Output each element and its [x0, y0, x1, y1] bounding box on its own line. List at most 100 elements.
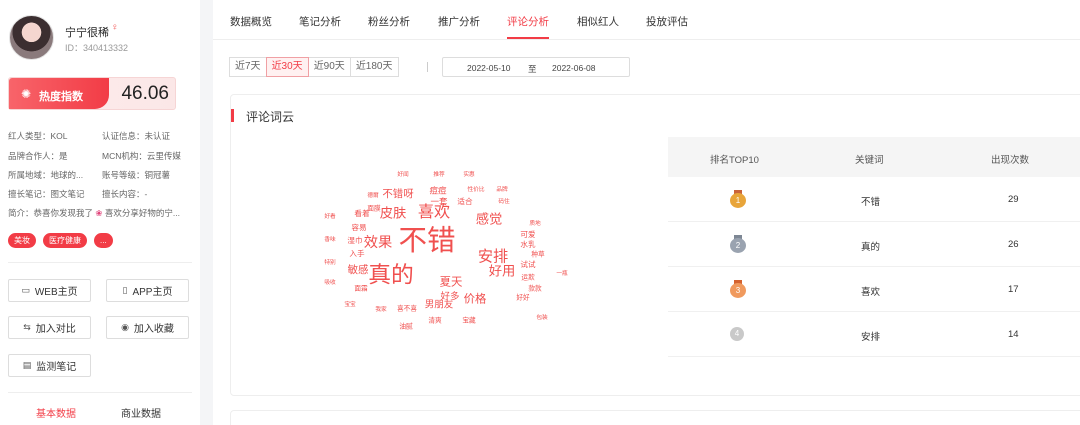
cloud-word: 特别 — [324, 260, 336, 267]
profile-id: ID：340413332 — [65, 43, 129, 53]
range-7-days[interactable]: 近7天 — [229, 57, 267, 77]
avatar[interactable] — [9, 15, 54, 60]
tag-list: 美妆 医疗健康 ... — [8, 233, 113, 248]
cloud-word: 敏感 — [347, 264, 369, 276]
cloud-word: 好看 — [324, 214, 336, 221]
notes-icon: ▤ — [22, 360, 32, 370]
cloud-word: 面膜 — [367, 205, 381, 213]
cloud-word: 清爽 — [428, 317, 442, 325]
cloud-word: 实惠 — [463, 172, 475, 179]
rank-badge: 4 — [730, 327, 744, 341]
cloud-word: 码住 — [498, 199, 510, 206]
cloud-word: 适合 — [457, 197, 473, 207]
header-keyword: 关键词 — [855, 155, 884, 166]
info-bio: 简介：恭喜你发现我了 ❀ 喜欢分享好物的宁... — [8, 208, 180, 218]
tab-notes[interactable]: 笔记分析 — [299, 14, 341, 29]
cloud-word: 不错呀 — [382, 188, 414, 200]
cloud-word: 好多 — [440, 291, 460, 303]
cloud-word: 夏天 — [439, 276, 463, 289]
cloud-word: 包装 — [536, 315, 548, 322]
cloud-word: 真的 — [368, 261, 414, 288]
monitor-notes-button[interactable]: ▤ 监测笔记 — [8, 354, 91, 377]
info-kol-type: 红人类型：KOL — [8, 131, 68, 141]
end-date[interactable]: 2022-06-08 — [552, 63, 595, 73]
cloud-word: 运欺 — [521, 274, 535, 282]
keyword-cell: 喜欢 — [861, 287, 881, 298]
tab-business-data[interactable]: 商业数据 — [121, 405, 161, 420]
info-mcn: MCN机构：云里传媒 — [102, 151, 181, 161]
cloud-word: 可爱 — [520, 230, 536, 240]
flower-icon: ❀ — [95, 208, 103, 218]
divider — [8, 392, 192, 393]
favorite-icon: ◉ — [121, 322, 129, 332]
monitor-icon: ▭ — [21, 285, 30, 295]
tab-overview[interactable]: 数据概览 — [230, 14, 272, 29]
range-30-days[interactable]: 近30天 — [265, 57, 309, 77]
cloud-word: 容易 — [351, 223, 367, 233]
heat-index-badge: ✺ 热度指数 — [9, 78, 109, 109]
next-panel — [230, 410, 1080, 425]
app-homepage-button[interactable]: ▯ APP主页 — [106, 279, 189, 302]
tag-health[interactable]: 医疗健康 — [43, 233, 87, 248]
comment-cloud-panel: 评论词云 不错 真的 喜欢 安排 效果 皮肤 感觉 好用 夏天 价格 不错呀 敏感 男朋友 好多 痘痘 一套适… — [230, 94, 1080, 396]
cloud-word: 品牌 — [496, 187, 508, 194]
cloud-word: 款款 — [528, 285, 542, 293]
table-header: 排名TOP10 关键词 出现次数 — [668, 137, 1080, 177]
cloud-word: 好用 — [488, 263, 516, 279]
gold-medal-icon: 1 — [730, 190, 746, 208]
cloud-word: 性价比 — [467, 187, 485, 194]
cloud-word: 宝藏 — [462, 317, 476, 325]
info-note-type: 擅长笔记：图文笔记 — [8, 189, 85, 199]
info-level: 账号等级：铜冠薯 — [102, 170, 171, 180]
word-cloud: 不错 真的 喜欢 安排 效果 皮肤 感觉 好用 夏天 价格 不错呀 敏感 男朋友 好多 痘痘 一套 适合 看着 容易… — [231, 95, 631, 395]
tag-more[interactable]: ... — [94, 233, 113, 248]
tab-fans[interactable]: 粉丝分析 — [368, 14, 410, 29]
add-favorite-button[interactable]: ◉ 加入收藏 — [106, 316, 189, 339]
cloud-word: 好闻 — [397, 172, 409, 179]
cloud-word: 好好 — [516, 294, 530, 302]
info-certification: 认证信息：未认证 — [102, 131, 171, 141]
table-row: 2 真的 26 — [668, 222, 1080, 267]
cloud-word: 面霜 — [354, 285, 368, 293]
nav-tabs: 数据概览 笔记分析 粉丝分析 推广分析 评论分析 相似红人 投放评估 — [213, 0, 1080, 40]
date-separator: 至 — [528, 64, 537, 74]
start-date[interactable]: 2022-05-10 — [467, 63, 510, 73]
cloud-word: 一套 — [430, 196, 448, 207]
info-content: 擅长内容：- — [102, 189, 148, 199]
cloud-word: 种草 — [531, 251, 545, 259]
tab-similar[interactable]: 相似红人 — [577, 14, 619, 29]
range-180-days[interactable]: 近180天 — [349, 57, 399, 77]
profile-name: 宁宁很稀 — [65, 27, 109, 39]
web-homepage-button[interactable]: ▭ WEB主页 — [8, 279, 91, 302]
cloud-word: 吸收 — [324, 280, 336, 287]
add-compare-button[interactable]: ⇆ 加入对比 — [8, 316, 91, 339]
tab-evaluation[interactable]: 投放评估 — [646, 14, 688, 29]
cloud-word: 推荐 — [433, 172, 445, 179]
heat-index-value: 46.06 — [121, 83, 169, 104]
tag-beauty[interactable]: 美妆 — [8, 233, 36, 248]
header-count: 出现次数 — [991, 155, 1030, 166]
date-range-picker[interactable]: 2022-05-10 至 2022-06-08 — [442, 57, 630, 77]
table-row: 3 喜欢 17 — [668, 267, 1080, 312]
cloud-word: 价格 — [463, 293, 487, 306]
range-90-days[interactable]: 近90天 — [307, 57, 351, 77]
tab-promotion[interactable]: 推广分析 — [438, 14, 480, 29]
heat-index-icon: ✺ — [21, 87, 32, 101]
tab-basic-data[interactable]: 基本数据 — [36, 405, 76, 420]
divider — [427, 62, 428, 72]
count-cell: 17 — [1008, 284, 1019, 295]
cloud-word: 德爾 — [367, 193, 379, 200]
heat-index-card: ✺ 热度指数 46.06 — [8, 77, 176, 110]
range-selector: 近7天 近30天 近90天 近180天 — [229, 57, 399, 77]
cloud-word: 一瓶 — [556, 271, 568, 278]
silver-medal-icon: 2 — [730, 235, 746, 253]
cloud-word: 湿巾 — [347, 236, 363, 246]
cloud-word: 油腻 — [399, 323, 413, 331]
cloud-word: 入手 — [349, 249, 365, 259]
gender-icon: ♀ — [111, 22, 119, 33]
compare-icon: ⇆ — [23, 322, 31, 332]
count-cell: 26 — [1008, 239, 1019, 250]
tab-comments[interactable]: 评论分析 — [507, 14, 549, 29]
cloud-word: 不错 — [398, 224, 456, 257]
keyword-table: 排名TOP10 关键词 出现次数 1 不错 29 2 真的 26 3 喜欢 17… — [668, 137, 1080, 357]
